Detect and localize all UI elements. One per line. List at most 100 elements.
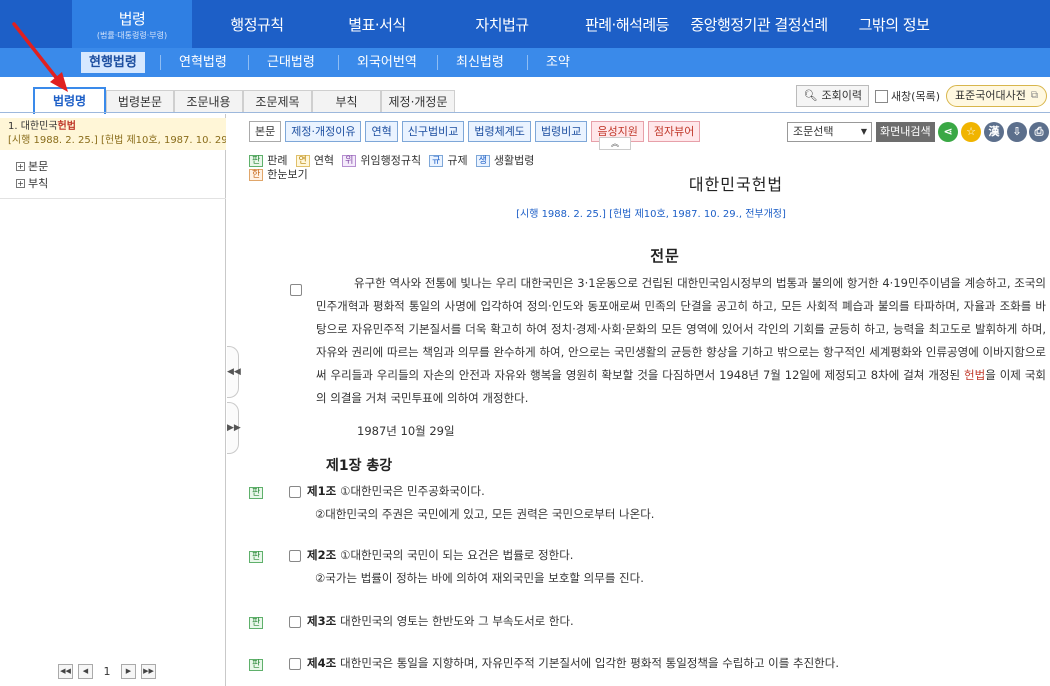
subnav-divider: [160, 55, 161, 70]
search-result-item[interactable]: 1. 대한민국헌법 [시행 1988. 2. 25.] [헌법 제10호, 19…: [0, 118, 226, 150]
last-page-icon[interactable]: ▶▶: [141, 664, 156, 679]
sub-nav: 현행법령 연혁법령 근대법령 외국어번역 최신법령 조약: [0, 48, 1050, 77]
subnav-current-laws[interactable]: 현행법령: [81, 52, 145, 73]
nav-precedents[interactable]: 판례·해석례등: [572, 0, 682, 48]
history-button[interactable]: 🔍︎ 조회이력: [796, 85, 869, 107]
legend-label: 생활법령: [493, 154, 535, 167]
new-window-option[interactable]: 새창(목록): [874, 88, 941, 104]
tree-node-addenda[interactable]: + 부칙: [16, 175, 48, 192]
collapse-left-handle[interactable]: ◀◀: [227, 346, 241, 398]
article-checkbox[interactable]: [289, 657, 301, 670]
external-link-icon: ⧉: [1030, 90, 1038, 101]
nav-law[interactable]: 법령 (법률·대통령령·부령): [72, 0, 192, 48]
download-icon[interactable]: ⇩: [1007, 122, 1027, 142]
law-tree: + 본문 + 부칙: [16, 158, 48, 192]
subnav-treaties[interactable]: 조약: [538, 52, 578, 73]
article-paragraph: ②국가는 법률이 정하는 바에 의하여 재외국민을 보호할 의무를 진다.: [315, 571, 644, 585]
subnav-divider: [527, 55, 528, 70]
nav-tables-forms[interactable]: 별표·서식: [322, 0, 432, 48]
search-tabs: 법령명 법령본문 조문내용 조문제목 부칙 제정·개정문: [0, 87, 460, 114]
subnav-latest-laws[interactable]: 최신법령: [448, 52, 512, 73]
expand-right-handle[interactable]: ▶▶: [227, 402, 241, 454]
in-page-search-button[interactable]: 화면내검색: [876, 122, 935, 142]
top-tools: 🔍︎ 조회이력 새창(목록) 표준국어대사전 ⧉: [796, 85, 1047, 107]
article-3: 판 제3조 대한민국의 영토는 한반도와 그 부속도서로 한다.: [249, 610, 574, 633]
favorite-star-icon[interactable]: ☆: [961, 122, 981, 142]
braille-viewer-button[interactable]: 점자뷰어: [647, 121, 701, 142]
article-text: ①대한민국의 국민이 되는 요건은 법률로 정한다.: [340, 548, 574, 562]
hanja-icon[interactable]: 漢: [984, 122, 1004, 142]
revision-reason-button[interactable]: 제정·개정이유: [285, 121, 362, 142]
new-window-checkbox[interactable]: [874, 89, 888, 103]
article-checkbox[interactable]: [289, 549, 301, 562]
precedent-tag-icon[interactable]: 판: [249, 617, 264, 629]
article-checkbox[interactable]: [289, 485, 301, 498]
search-icon: 🔍︎: [803, 89, 818, 102]
history-label: 조회이력: [821, 89, 862, 102]
regulation-tag-icon: 규: [429, 155, 444, 167]
article-1: 판 제1조 ①대한민국은 민주공화국이다. ②대한민국의 주권은 국민에게 있고…: [249, 480, 654, 526]
history-tab-button[interactable]: 연혁: [365, 121, 398, 142]
nav-admin-rules[interactable]: 행정규칙: [212, 0, 302, 48]
subnav-divider: [338, 55, 339, 70]
article-select[interactable]: 조문선택 ▼: [787, 122, 872, 142]
nav-agency-decisions[interactable]: 중앙행정기관 결정선례: [684, 0, 834, 48]
dictionary-button[interactable]: 표준국어대사전 ⧉: [946, 85, 1047, 107]
first-page-icon[interactable]: ◀◀: [58, 664, 73, 679]
preamble-part1: 유구한 역사와 전통에 빛나는 우리 대한국민은 3·1운동으로 건립된 대한민…: [316, 276, 1046, 382]
article-number: 제1조: [307, 484, 337, 498]
tab-enactment-text[interactable]: 제정·개정문: [381, 90, 455, 113]
legend-label: 위임행정규칙: [360, 154, 422, 167]
article-checkbox[interactable]: [289, 615, 301, 628]
precedent-tag-icon: 판: [249, 155, 264, 167]
expand-icon[interactable]: +: [16, 162, 25, 171]
precedent-tag-icon[interactable]: 판: [249, 659, 264, 671]
tab-article-content[interactable]: 조문내용: [174, 90, 243, 113]
dictionary-label: 표준국어대사전: [955, 89, 1026, 102]
collapse-up-icon[interactable]: ︽: [599, 137, 631, 150]
precedent-tag-icon[interactable]: 판: [249, 487, 264, 499]
law-structure-button[interactable]: 법령체계도: [468, 121, 531, 142]
preamble-title: 전문: [650, 247, 680, 265]
current-page[interactable]: 1: [98, 665, 116, 678]
preamble-law-link[interactable]: 헌법: [964, 368, 985, 382]
nav-law-label: 법령: [118, 9, 146, 28]
expand-icon[interactable]: +: [16, 179, 25, 188]
print-icon[interactable]: ⎙: [1029, 122, 1049, 142]
next-page-icon[interactable]: ▶: [121, 664, 136, 679]
result-title-highlight: 헌법: [57, 121, 76, 132]
chevron-down-icon: ▼: [860, 127, 867, 136]
law-title: 대한민국헌법: [688, 175, 784, 194]
nav-law-sub: (법률·대통령령·부령): [96, 30, 168, 40]
tree-label: 본문: [28, 160, 49, 173]
body-button[interactable]: 본문: [249, 121, 282, 142]
tab-law-name[interactable]: 법령명: [33, 87, 106, 114]
new-window-label: 새창(목록): [890, 90, 941, 103]
overview-tag-icon: 한: [249, 169, 264, 181]
subnav-history-laws[interactable]: 연혁법령: [171, 52, 235, 73]
old-new-compare-button[interactable]: 신구법비교: [401, 121, 465, 142]
subnav-divider: [248, 55, 249, 70]
pagination: ◀◀ ◀ 1 ▶ ▶▶: [58, 664, 156, 679]
tab-law-body[interactable]: 법령본문: [106, 90, 174, 113]
law-compare-button[interactable]: 법령비교: [534, 121, 588, 142]
nav-other-info[interactable]: 그밖의 정보: [844, 0, 944, 48]
preamble-text: 유구한 역사와 전통에 빛나는 우리 대한국민은 3·1운동으로 건립된 대한민…: [316, 272, 1046, 410]
article-4: 판 제4조 대한민국은 통일을 지향하며, 자유민주적 기본질서에 입각한 평화…: [249, 652, 839, 675]
tab-article-title[interactable]: 조문제목: [243, 90, 312, 113]
prev-page-icon[interactable]: ◀: [78, 664, 93, 679]
preamble-checkbox[interactable]: [290, 284, 302, 296]
delegated-rule-tag-icon: 위: [342, 155, 357, 167]
main-nav: 법령 (법률·대통령령·부령) 행정규칙 별표·서식 자치법규 판례·해석례등 …: [0, 0, 1050, 48]
tab-addenda[interactable]: 부칙: [312, 90, 381, 113]
precedent-tag-icon[interactable]: 판: [249, 551, 264, 563]
subnav-translation[interactable]: 외국어번역: [349, 52, 425, 73]
preamble-date: 1987년 10월 29일: [357, 424, 455, 438]
law-effective-info: [시행 1988. 2. 25.] [헌법 제10호, 1987. 10. 29…: [516, 209, 786, 220]
content-toolbar: 본문 제정·개정이유 연혁 신구법비교 법령체계도 법령비교 음성지원 점자뷰어: [249, 121, 701, 142]
subnav-modern-laws[interactable]: 근대법령: [259, 52, 323, 73]
tree-node-body[interactable]: + 본문: [16, 158, 48, 175]
nav-local-laws[interactable]: 자치법규: [452, 0, 552, 48]
share-icon[interactable]: ⋖: [938, 122, 958, 142]
article-select-value: 조문선택: [793, 125, 834, 138]
